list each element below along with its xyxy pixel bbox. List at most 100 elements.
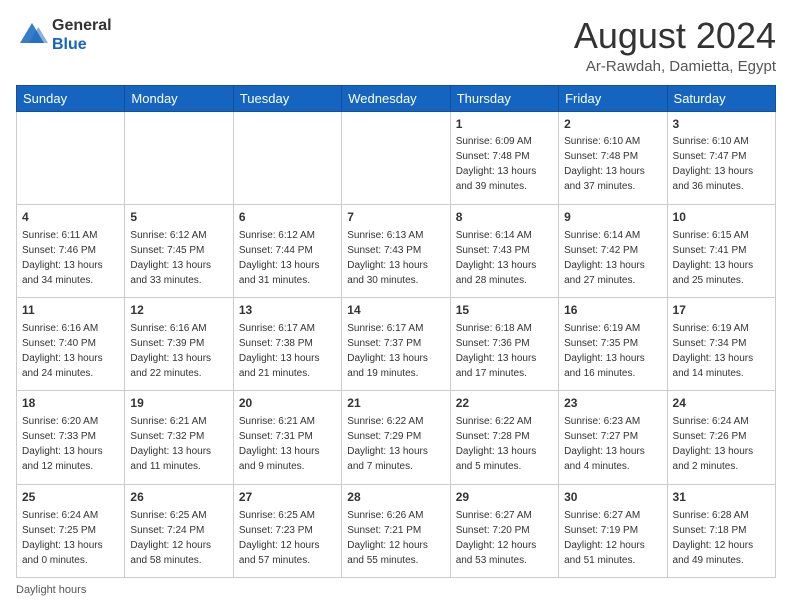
day-info: Sunrise: 6:09 AMSunset: 7:48 PMDaylight:… xyxy=(456,134,553,194)
day-number: 15 xyxy=(456,302,553,319)
day-cell: 10 Sunrise: 6:15 AMSunset: 7:41 PMDayligh… xyxy=(667,204,775,297)
day-cell xyxy=(17,111,125,204)
day-number: 27 xyxy=(239,489,336,506)
day-info: Sunrise: 6:27 AMSunset: 7:20 PMDaylight:… xyxy=(456,508,553,568)
day-info: Sunrise: 6:25 AMSunset: 7:24 PMDaylight:… xyxy=(130,508,227,568)
day-cell: 7 Sunrise: 6:13 AMSunset: 7:43 PMDaylight… xyxy=(342,204,450,297)
day-number: 31 xyxy=(673,489,770,506)
header: General Blue August 2024 Ar-Rawdah, Dami… xyxy=(16,16,776,75)
day-info: Sunrise: 6:25 AMSunset: 7:23 PMDaylight:… xyxy=(239,508,336,568)
day-cell xyxy=(342,111,450,204)
day-cell: 27 Sunrise: 6:25 AMSunset: 7:23 PMDayligh… xyxy=(233,484,341,577)
week-row-4: 18 Sunrise: 6:20 AMSunset: 7:33 PMDayligh… xyxy=(17,391,776,484)
day-cell xyxy=(125,111,233,204)
day-cell: 28Sunrise: 6:26 AMSunset: 7:21 PMDayligh… xyxy=(342,484,450,577)
day-info: Sunrise: 6:14 AMSunset: 7:42 PMDaylight:… xyxy=(564,228,661,288)
day-number: 4 xyxy=(22,209,119,226)
day-info: Sunrise: 6:12 AMSunset: 7:45 PMDaylight:… xyxy=(130,228,227,288)
day-number: 1 xyxy=(456,116,553,133)
day-number: 24 xyxy=(673,395,770,412)
day-cell: 21 Sunrise: 6:22 AMSunset: 7:29 PMDayligh… xyxy=(342,391,450,484)
day-info: Sunrise: 6:10 AMSunset: 7:48 PMDaylight:… xyxy=(564,134,661,194)
logo: General Blue xyxy=(16,16,112,54)
day-number: 22 xyxy=(456,395,553,412)
day-cell: 2Sunrise: 6:10 AMSunset: 7:48 PMDaylight… xyxy=(559,111,667,204)
day-cell: 19 Sunrise: 6:21 AMSunset: 7:32 PMDayligh… xyxy=(125,391,233,484)
day-number: 19 xyxy=(130,395,227,412)
week-row-3: 11 Sunrise: 6:16 AMSunset: 7:40 PMDayligh… xyxy=(17,298,776,391)
daylight-label: Daylight hours xyxy=(16,584,86,596)
day-info: Sunrise: 6:13 AMSunset: 7:43 PMDaylight:… xyxy=(347,228,444,288)
day-cell: 24 Sunrise: 6:24 AMSunset: 7:26 PMDayligh… xyxy=(667,391,775,484)
day-cell: 12Sunrise: 6:16 AMSunset: 7:39 PMDayligh… xyxy=(125,298,233,391)
week-row-1: 1Sunrise: 6:09 AMSunset: 7:48 PMDaylight… xyxy=(17,111,776,204)
day-cell: 29 Sunrise: 6:27 AMSunset: 7:20 PMDayligh… xyxy=(450,484,558,577)
page: General Blue August 2024 Ar-Rawdah, Dami… xyxy=(0,0,792,612)
day-info: Sunrise: 6:27 AMSunset: 7:19 PMDaylight:… xyxy=(564,508,661,568)
day-info: Sunrise: 6:11 AMSunset: 7:46 PMDaylight:… xyxy=(22,228,119,288)
day-number: 30 xyxy=(564,489,661,506)
day-cell: 23 Sunrise: 6:23 AMSunset: 7:27 PMDayligh… xyxy=(559,391,667,484)
day-info: Sunrise: 6:26 AMSunset: 7:21 PMDaylight:… xyxy=(347,508,444,568)
day-info: Sunrise: 6:22 AMSunset: 7:29 PMDaylight:… xyxy=(347,414,444,474)
day-cell: 6Sunrise: 6:12 AMSunset: 7:44 PMDaylight… xyxy=(233,204,341,297)
col-header-thursday: Thursday xyxy=(450,85,558,111)
day-number: 16 xyxy=(564,302,661,319)
col-header-sunday: Sunday xyxy=(17,85,125,111)
day-info: Sunrise: 6:19 AMSunset: 7:34 PMDaylight:… xyxy=(673,321,770,381)
day-number: 29 xyxy=(456,489,553,506)
location: Ar-Rawdah, Damietta, Egypt xyxy=(574,58,776,75)
day-info: Sunrise: 6:28 AMSunset: 7:18 PMDaylight:… xyxy=(673,508,770,568)
day-number: 9 xyxy=(564,209,661,226)
day-cell: 3Sunrise: 6:10 AMSunset: 7:47 PMDaylight… xyxy=(667,111,775,204)
logo-icon xyxy=(16,19,48,51)
day-number: 11 xyxy=(22,302,119,319)
footer-note: Daylight hours xyxy=(16,584,776,596)
day-info: Sunrise: 6:20 AMSunset: 7:33 PMDaylight:… xyxy=(22,414,119,474)
day-number: 3 xyxy=(673,116,770,133)
day-cell: 9 Sunrise: 6:14 AMSunset: 7:42 PMDaylight… xyxy=(559,204,667,297)
day-cell: 14Sunrise: 6:17 AMSunset: 7:37 PMDayligh… xyxy=(342,298,450,391)
col-header-tuesday: Tuesday xyxy=(233,85,341,111)
day-info: Sunrise: 6:12 AMSunset: 7:44 PMDaylight:… xyxy=(239,228,336,288)
logo-general: General xyxy=(52,16,112,35)
day-number: 13 xyxy=(239,302,336,319)
day-info: Sunrise: 6:19 AMSunset: 7:35 PMDaylight:… xyxy=(564,321,661,381)
day-cell: 13 Sunrise: 6:17 AMSunset: 7:38 PMDayligh… xyxy=(233,298,341,391)
day-info: Sunrise: 6:10 AMSunset: 7:47 PMDaylight:… xyxy=(673,134,770,194)
day-info: Sunrise: 6:22 AMSunset: 7:28 PMDaylight:… xyxy=(456,414,553,474)
day-cell: 18 Sunrise: 6:20 AMSunset: 7:33 PMDayligh… xyxy=(17,391,125,484)
day-cell: 31 Sunrise: 6:28 AMSunset: 7:18 PMDayligh… xyxy=(667,484,775,577)
calendar-table: SundayMondayTuesdayWednesdayThursdayFrid… xyxy=(16,85,776,578)
day-info: Sunrise: 6:21 AMSunset: 7:32 PMDaylight:… xyxy=(130,414,227,474)
day-cell: 20Sunrise: 6:21 AMSunset: 7:31 PMDayligh… xyxy=(233,391,341,484)
day-info: Sunrise: 6:17 AMSunset: 7:37 PMDaylight:… xyxy=(347,321,444,381)
day-cell: 17Sunrise: 6:19 AMSunset: 7:34 PMDayligh… xyxy=(667,298,775,391)
day-number: 12 xyxy=(130,302,227,319)
col-header-wednesday: Wednesday xyxy=(342,85,450,111)
day-info: Sunrise: 6:23 AMSunset: 7:27 PMDaylight:… xyxy=(564,414,661,474)
day-number: 7 xyxy=(347,209,444,226)
day-cell: 22 Sunrise: 6:22 AMSunset: 7:28 PMDayligh… xyxy=(450,391,558,484)
day-cell: 5 Sunrise: 6:12 AMSunset: 7:45 PMDaylight… xyxy=(125,204,233,297)
day-number: 2 xyxy=(564,116,661,133)
day-number: 8 xyxy=(456,209,553,226)
day-info: Sunrise: 6:16 AMSunset: 7:40 PMDaylight:… xyxy=(22,321,119,381)
day-number: 18 xyxy=(22,395,119,412)
day-cell: 1Sunrise: 6:09 AMSunset: 7:48 PMDaylight… xyxy=(450,111,558,204)
day-number: 23 xyxy=(564,395,661,412)
day-info: Sunrise: 6:24 AMSunset: 7:25 PMDaylight:… xyxy=(22,508,119,568)
logo-text: General Blue xyxy=(52,16,112,54)
day-cell: 11 Sunrise: 6:16 AMSunset: 7:40 PMDayligh… xyxy=(17,298,125,391)
day-number: 20 xyxy=(239,395,336,412)
col-header-saturday: Saturday xyxy=(667,85,775,111)
day-number: 10 xyxy=(673,209,770,226)
day-number: 26 xyxy=(130,489,227,506)
day-number: 21 xyxy=(347,395,444,412)
day-number: 5 xyxy=(130,209,227,226)
day-info: Sunrise: 6:17 AMSunset: 7:38 PMDaylight:… xyxy=(239,321,336,381)
day-cell: 15Sunrise: 6:18 AMSunset: 7:36 PMDayligh… xyxy=(450,298,558,391)
day-info: Sunrise: 6:15 AMSunset: 7:41 PMDaylight:… xyxy=(673,228,770,288)
day-cell: 30 Sunrise: 6:27 AMSunset: 7:19 PMDayligh… xyxy=(559,484,667,577)
day-info: Sunrise: 6:24 AMSunset: 7:26 PMDaylight:… xyxy=(673,414,770,474)
